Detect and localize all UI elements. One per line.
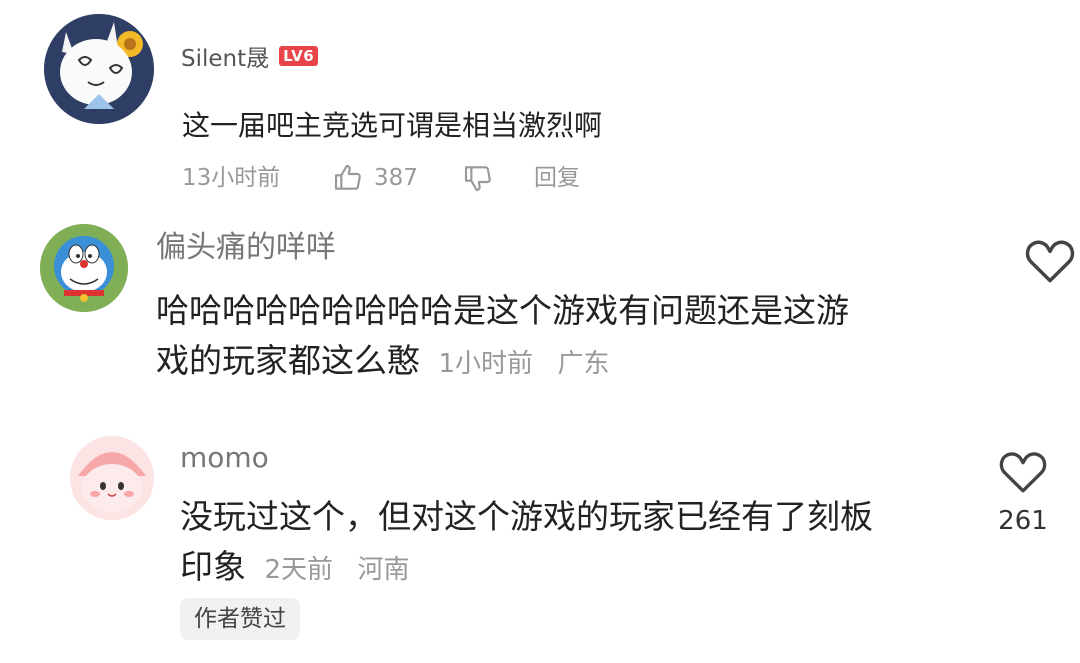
like-count: 387: [374, 165, 418, 191]
like-count: 261: [998, 506, 1048, 536]
level-badge: LV6: [279, 46, 319, 66]
timestamp: 2天前: [264, 555, 334, 585]
author-liked-tag: 作者赞过: [180, 598, 300, 640]
comment-text-line: 没玩过这个，但对这个游戏的玩家已经有了刻板: [180, 497, 873, 536]
thumbs-up-icon: [332, 162, 364, 194]
heart-icon[interactable]: [1024, 236, 1076, 284]
reply-button[interactable]: 回复: [534, 162, 580, 194]
username[interactable]: momo: [180, 438, 269, 478]
comment-text: 哈哈哈哈哈哈哈哈哈是这个游戏有问题还是这游 戏的玩家都这么憨 1小时前 广东: [156, 286, 996, 389]
location: 广东: [557, 349, 610, 379]
comment-text-line: 哈哈哈哈哈哈哈哈哈是这个游戏有问题还是这游: [156, 291, 849, 330]
timestamp: 1小时前: [438, 349, 534, 379]
comment-text-line: 印象 2天前 河南: [180, 542, 960, 595]
comment-text: 这一届吧主竞选可谓是相当激烈啊: [182, 109, 603, 142]
thumbs-down-icon[interactable]: [462, 162, 494, 194]
timestamp: 13小时前: [182, 165, 281, 191]
heart-icon[interactable]: [998, 448, 1048, 494]
avatar[interactable]: [70, 436, 154, 520]
comment-text: 没玩过这个，但对这个游戏的玩家已经有了刻板 印象 2天前 河南: [180, 492, 960, 595]
location: 河南: [357, 555, 410, 585]
username[interactable]: Silent晟: [181, 39, 269, 73]
comment-text-line: 戏的玩家都这么憨 1小时前 广东: [156, 336, 996, 389]
username[interactable]: 偏头痛的咩咩: [156, 228, 336, 268]
comment-text-continued: 印象: [180, 547, 246, 586]
avatar[interactable]: [40, 224, 128, 312]
like-button[interactable]: 387: [332, 160, 418, 196]
comment-text-continued: 戏的玩家都这么憨: [156, 341, 420, 380]
avatar[interactable]: [44, 14, 154, 124]
